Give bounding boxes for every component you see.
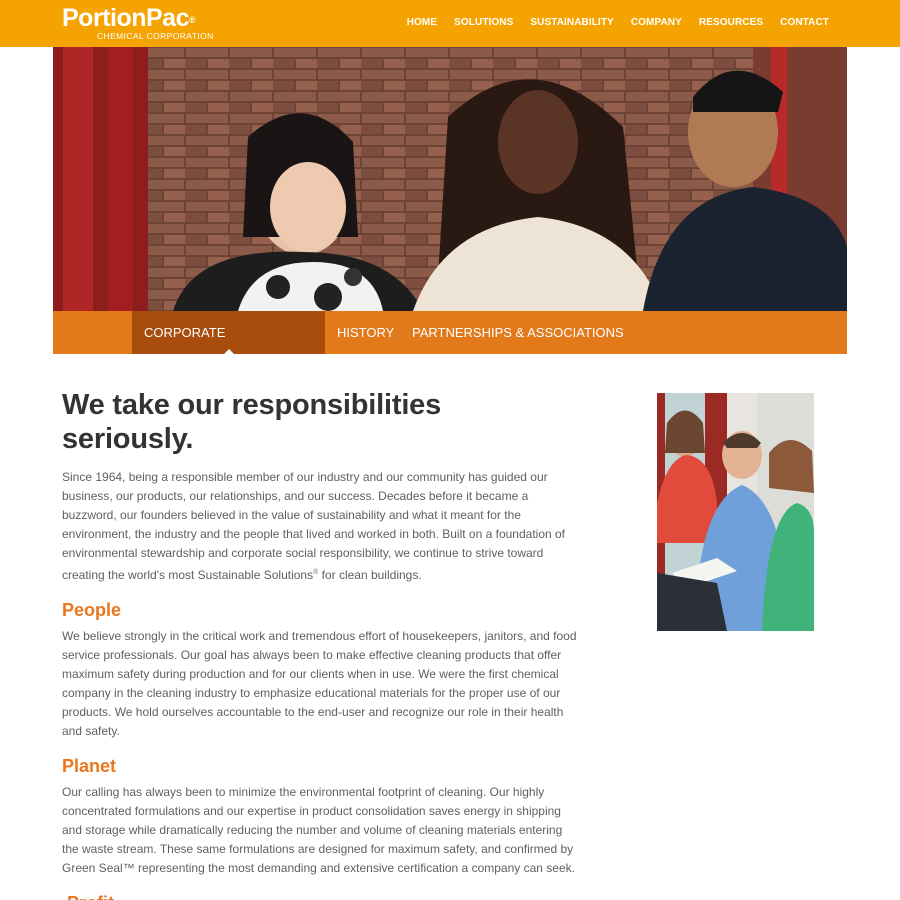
section-subnav: CORPORATE RESPONSIBILITY HISTORY PARTNER… [53, 311, 847, 383]
subnav-corporate-responsibility[interactable]: CORPORATE RESPONSIBILITY [132, 311, 325, 383]
nav-home[interactable]: HOME [407, 17, 437, 28]
subnav-label: CORPORATE RESPONSIBILITY [144, 325, 251, 383]
site-header: PortionPac® CHEMICAL CORPORATION HOME SO… [0, 0, 900, 47]
subnav-history[interactable]: HISTORY [325, 311, 406, 354]
subnav-label: HISTORY [337, 325, 395, 340]
active-caret-icon [222, 349, 235, 355]
page-title: We take our responsibilities seriously. [62, 389, 442, 455]
section-heading-people: People [62, 600, 122, 620]
section-heading-planet: Planet [62, 756, 117, 776]
logo-subtitle: CHEMICAL CORPORATION [97, 31, 214, 41]
main-content: We take our responsibilities seriously. … [62, 388, 577, 900]
nav-contact[interactable]: CONTACT [780, 17, 829, 28]
subnav-label: PARTNERSHIPS & ASSOCIATIONS [412, 325, 624, 340]
logo-registered-mark: ® [188, 15, 196, 25]
section-body-planet: Our calling has always been to minimize … [62, 785, 575, 875]
subnav-partnerships[interactable]: PARTNERSHIPS & ASSOCIATIONS [400, 311, 636, 354]
nav-resources[interactable]: RESOURCES [699, 17, 763, 28]
section-heading-profit: Profit [67, 892, 577, 900]
portionpac-logo[interactable]: PortionPac® CHEMICAL CORPORATION [62, 4, 214, 41]
nav-solutions[interactable]: SOLUTIONS [454, 17, 513, 28]
main-nav: HOME SOLUTIONS SUSTAINABILITY COMPANY RE… [390, 17, 829, 28]
logo-wordmark: PortionPac [62, 4, 189, 32]
intro-paragraph: Since 1964, being a responsible member o… [62, 470, 566, 582]
nav-company[interactable]: COMPANY [631, 17, 682, 28]
nav-sustainability[interactable]: SUSTAINABILITY [530, 17, 613, 28]
team-photo [657, 393, 814, 631]
hero-photo [53, 47, 847, 311]
section-body-people: We believe strongly in the critical work… [62, 629, 577, 738]
